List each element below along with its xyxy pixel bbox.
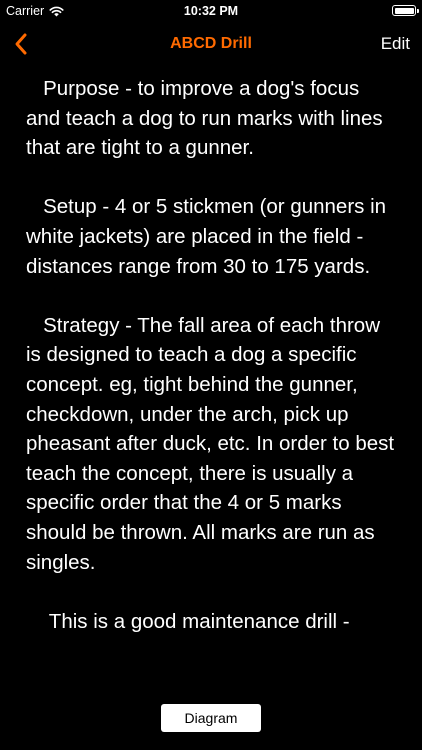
navigation-bar: ABCD Drill Edit (0, 22, 422, 66)
drill-description[interactable]: Purpose - to improve a dog's focus and t… (0, 66, 422, 696)
page-title: ABCD Drill (170, 35, 252, 52)
status-time: 10:32 PM (183, 4, 239, 18)
chevron-left-icon (15, 33, 27, 55)
diagram-button[interactable]: Diagram (161, 704, 261, 732)
edit-button[interactable]: Edit (381, 34, 410, 54)
bottom-bar: Diagram (0, 696, 422, 750)
battery-icon (392, 5, 419, 16)
back-button[interactable] (10, 30, 34, 58)
drill-description-text: Purpose - to improve a dog's focus and t… (26, 77, 395, 633)
status-bar: Carrier 10:32 PM (0, 0, 422, 22)
